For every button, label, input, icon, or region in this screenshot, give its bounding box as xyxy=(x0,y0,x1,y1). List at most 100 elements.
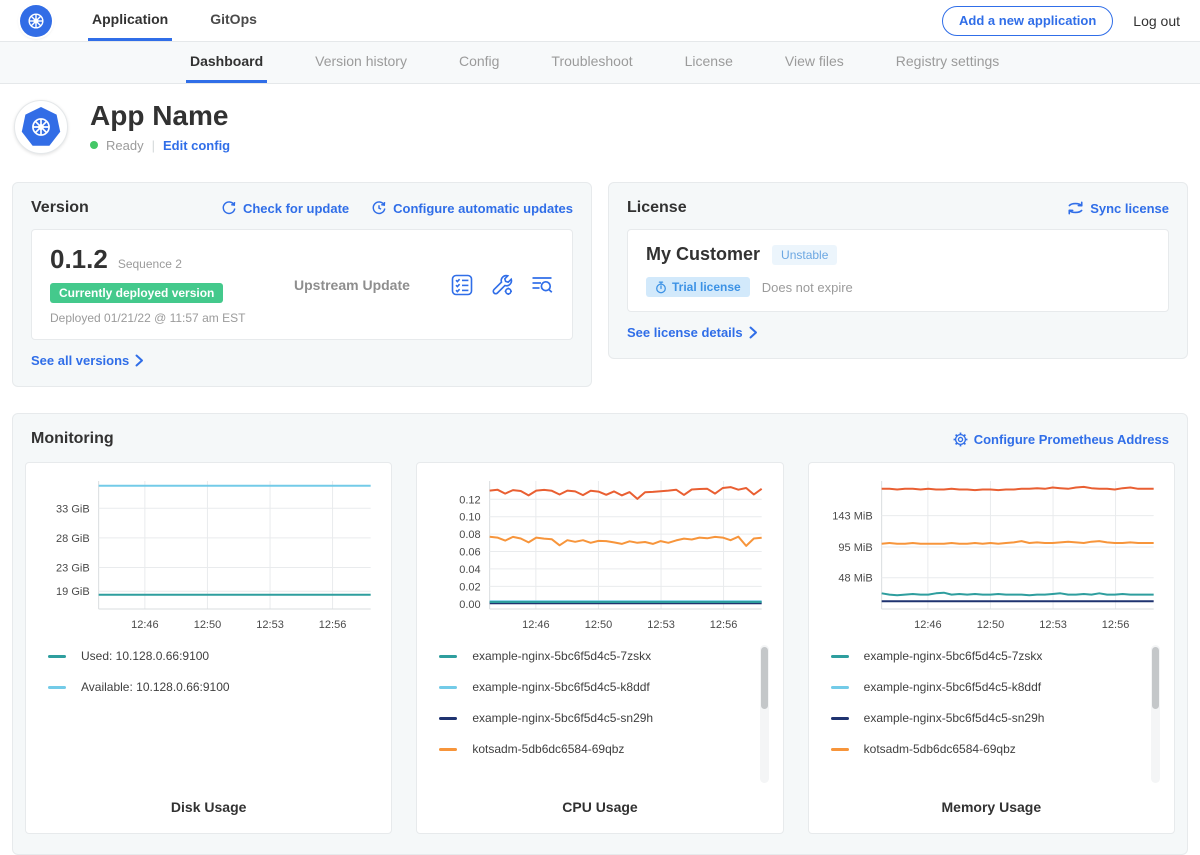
preflight-checklist-icon[interactable] xyxy=(450,273,474,297)
legend-label: example-nginx-5bc6f5d4c5-sn29h xyxy=(472,711,653,725)
svg-text:0.12: 0.12 xyxy=(460,494,481,506)
tab-troubleshoot[interactable]: Troubleshoot xyxy=(547,42,636,83)
see-all-versions-label: See all versions xyxy=(31,353,129,368)
top-nav: Application GitOps Add a new application… xyxy=(0,0,1200,42)
legend-item: example-nginx-5bc6f5d4c5-7zskx xyxy=(831,649,1142,663)
sync-license-link[interactable]: Sync license xyxy=(1067,201,1169,216)
svg-text:12:46: 12:46 xyxy=(131,619,159,631)
svg-text:0.06: 0.06 xyxy=(460,547,481,559)
status-label: Ready xyxy=(106,138,144,153)
app-sub-nav: Dashboard Version history Config Trouble… xyxy=(0,42,1200,84)
legend-item: Used: 10.128.0.66:9100 xyxy=(48,649,359,663)
trial-license-label: Trial license xyxy=(672,280,741,294)
legend-label: example-nginx-5bc6f5d4c5-7zskx xyxy=(472,649,651,663)
legend-color-dash xyxy=(439,717,457,720)
license-expiry-label: Does not expire xyxy=(762,280,853,295)
brand-logo[interactable] xyxy=(20,0,52,41)
dashboard-cards-row: Version Check for update xyxy=(12,182,1188,387)
view-logs-icon[interactable] xyxy=(530,273,554,297)
svg-text:143 MiB: 143 MiB xyxy=(832,511,872,523)
tab-view-files-label: View files xyxy=(785,53,844,69)
config-wrench-icon[interactable] xyxy=(490,273,514,297)
svg-text:0.08: 0.08 xyxy=(460,529,481,541)
svg-text:12:46: 12:46 xyxy=(914,619,942,631)
tab-gitops[interactable]: GitOps xyxy=(206,0,261,41)
refresh-icon xyxy=(221,200,237,216)
kubernetes-app-icon xyxy=(21,107,61,147)
disk-usage-card: 12:4612:5012:5312:5619 GiB23 GiB28 GiB33… xyxy=(25,462,392,834)
see-license-details-label: See license details xyxy=(627,325,743,340)
see-license-details-link[interactable]: See license details xyxy=(627,325,758,340)
tab-view-files[interactable]: View files xyxy=(781,42,848,83)
legend-label: kotsadm-5db6dc6584-69qbz xyxy=(864,742,1016,756)
sequence-label: Sequence 2 xyxy=(118,257,182,271)
tab-dashboard-label: Dashboard xyxy=(190,53,263,69)
see-all-versions-link[interactable]: See all versions xyxy=(31,353,144,368)
legend-scrollbar[interactable] xyxy=(1151,645,1160,783)
legend-label: example-nginx-5bc6f5d4c5-7zskx xyxy=(864,649,1043,663)
legend-scrollbar-thumb[interactable] xyxy=(1152,647,1159,709)
app-header: App Name Ready | Edit config xyxy=(0,84,1200,172)
configure-automatic-updates-link[interactable]: Configure automatic updates xyxy=(371,200,573,216)
gear-icon xyxy=(953,432,968,447)
currently-deployed-badge: Currently deployed version xyxy=(50,283,223,303)
svg-text:12:53: 12:53 xyxy=(1039,619,1067,631)
customer-name: My Customer xyxy=(646,244,760,265)
svg-text:95 MiB: 95 MiB xyxy=(838,542,872,554)
chevron-right-icon xyxy=(135,354,144,367)
svg-text:0.02: 0.02 xyxy=(460,581,481,593)
svg-text:12:50: 12:50 xyxy=(194,619,222,631)
chevron-right-icon xyxy=(749,326,758,339)
svg-text:12:53: 12:53 xyxy=(648,619,676,631)
tab-license[interactable]: License xyxy=(681,42,737,83)
legend-label: kotsadm-5db6dc6584-69qbz xyxy=(472,742,624,756)
auto-update-clock-icon xyxy=(371,200,387,216)
tab-license-label: License xyxy=(685,53,733,69)
top-nav-tabs: Application GitOps xyxy=(88,0,295,41)
edit-config-link[interactable]: Edit config xyxy=(163,138,230,153)
cpu-usage-legend: example-nginx-5bc6f5d4c5-7zskx example-ng… xyxy=(429,643,770,789)
disk-usage-legend: Used: 10.128.0.66:9100 Available: 10.128.… xyxy=(38,643,379,789)
memory-usage-legend: example-nginx-5bc6f5d4c5-7zskx example-ng… xyxy=(821,643,1162,789)
logout-link[interactable]: Log out xyxy=(1133,13,1180,29)
configure-prometheus-link[interactable]: Configure Prometheus Address xyxy=(953,432,1169,447)
kubernetes-logo-icon xyxy=(20,5,52,37)
deployed-timestamp: Deployed 01/21/22 @ 11:57 am EST xyxy=(50,311,282,325)
license-summary-row: My Customer Unstable Trial license Does … xyxy=(627,229,1169,312)
legend-scrollbar-thumb[interactable] xyxy=(761,647,768,709)
svg-text:0.10: 0.10 xyxy=(460,512,481,524)
svg-text:48 MiB: 48 MiB xyxy=(838,573,872,585)
tab-application[interactable]: Application xyxy=(88,0,172,41)
legend-color-dash xyxy=(439,655,457,658)
tab-version-history[interactable]: Version history xyxy=(311,42,411,83)
legend-label: Available: 10.128.0.66:9100 xyxy=(81,680,230,694)
legend-color-dash xyxy=(439,686,457,689)
tab-registry-settings[interactable]: Registry settings xyxy=(892,42,1003,83)
cpu-usage-chart-title: CPU Usage xyxy=(429,799,770,815)
legend-item: example-nginx-5bc6f5d4c5-7zskx xyxy=(439,649,750,663)
svg-text:23 GiB: 23 GiB xyxy=(56,563,90,575)
legend-item: example-nginx-5bc6f5d4c5-sn29h xyxy=(439,711,750,725)
svg-text:19 GiB: 19 GiB xyxy=(56,586,90,598)
tab-config-label: Config xyxy=(459,53,499,69)
svg-text:33 GiB: 33 GiB xyxy=(56,503,90,515)
disk-usage-chart-title: Disk Usage xyxy=(38,799,379,815)
add-new-application-button[interactable]: Add a new application xyxy=(942,6,1113,36)
check-for-update-link[interactable]: Check for update xyxy=(221,200,349,216)
channel-badge: Unstable xyxy=(772,245,837,265)
check-for-update-label: Check for update xyxy=(243,201,349,216)
legend-label: example-nginx-5bc6f5d4c5-sn29h xyxy=(864,711,1045,725)
legend-label: example-nginx-5bc6f5d4c5-k8ddf xyxy=(472,680,649,694)
tab-dashboard[interactable]: Dashboard xyxy=(186,42,267,83)
version-card-title: Version xyxy=(31,199,89,217)
sync-license-label: Sync license xyxy=(1090,201,1169,216)
legend-color-dash xyxy=(831,686,849,689)
legend-scrollbar[interactable] xyxy=(760,645,769,783)
svg-text:12:46: 12:46 xyxy=(522,619,550,631)
status-dot xyxy=(90,141,98,149)
page-title: App Name xyxy=(90,101,230,132)
tab-config[interactable]: Config xyxy=(455,42,503,83)
license-card: License Sync license My Customer Unstabl… xyxy=(608,182,1188,359)
legend-item: example-nginx-5bc6f5d4c5-sn29h xyxy=(831,711,1142,725)
legend-color-dash xyxy=(48,686,66,689)
